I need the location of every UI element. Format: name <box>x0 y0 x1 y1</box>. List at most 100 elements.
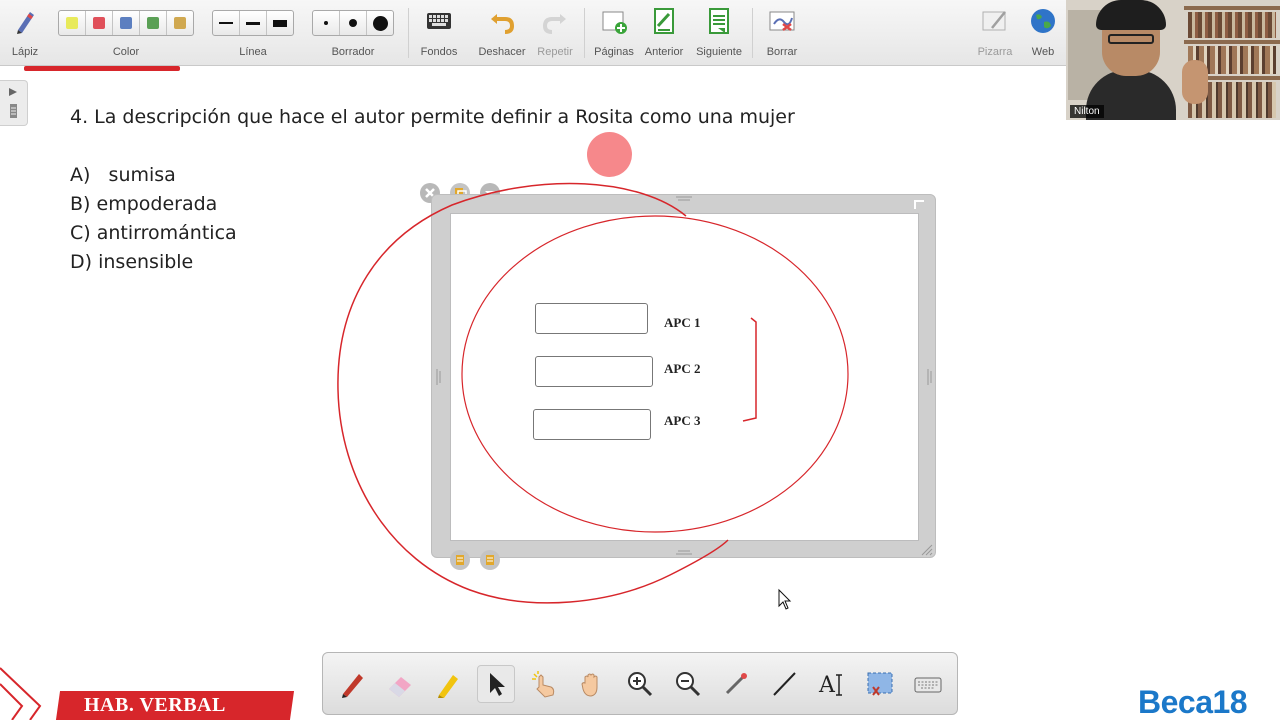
option-text: insensible <box>98 251 194 273</box>
color-swatch-orange[interactable] <box>167 11 193 35</box>
line-thick[interactable] <box>267 11 293 35</box>
align-icon <box>456 555 464 565</box>
bookshelf-board <box>1184 40 1280 44</box>
person-hair <box>1096 0 1166 30</box>
backgrounds-label: Fondos <box>420 46 458 58</box>
option-a: A) sumisa <box>70 164 176 186</box>
line-thin[interactable] <box>213 11 240 35</box>
option-b: B) empoderada <box>70 193 217 215</box>
clear-button[interactable]: Borrar <box>758 0 806 66</box>
embedded-slide-frame[interactable]: APC 1 APC 2 APC 3 <box>431 194 936 558</box>
side-panel-toggle[interactable] <box>0 80 28 126</box>
top-drag-handle-icon <box>676 196 692 201</box>
title-underline <box>24 66 180 71</box>
next-page-icon <box>709 8 729 34</box>
select-tool[interactable] <box>477 665 515 703</box>
color-swatch-green[interactable] <box>140 11 167 35</box>
option-letter: D) <box>70 251 93 273</box>
books-row <box>1188 12 1276 38</box>
screen-capture-icon <box>867 672 893 696</box>
pages-label: Páginas <box>594 46 634 58</box>
backgrounds-button[interactable]: Fondos <box>414 0 464 66</box>
option-text: antirromántica <box>96 222 237 244</box>
pan-tool[interactable] <box>573 665 611 703</box>
click-tool[interactable] <box>525 665 563 703</box>
zoom-out-icon <box>676 672 701 697</box>
eraser-tool[interactable] <box>381 665 419 703</box>
whiteboard-app: Lápiz Color Línea Borrador Fondos Deshac… <box>0 0 1280 720</box>
web-label: Web <box>1031 46 1055 58</box>
apc-label-1: APC 1 <box>664 315 701 330</box>
question-text: 4. La descripción que hace el autor perm… <box>70 106 795 128</box>
embedded-slide-content: APC 1 APC 2 APC 3 <box>450 213 919 541</box>
option-letter: C) <box>70 222 91 244</box>
laser-pointer-dot <box>587 132 632 177</box>
line-medium[interactable] <box>240 11 267 35</box>
pencil-tool[interactable]: Lápiz <box>4 0 46 66</box>
eraser-large[interactable] <box>367 11 393 35</box>
undo-button[interactable]: Deshacer <box>474 0 530 66</box>
eraser-label: Borrador <box>331 46 375 58</box>
bookshelf-board <box>1184 6 1280 10</box>
eraser-medium[interactable] <box>340 11 367 35</box>
globe-icon <box>1031 9 1055 33</box>
keyboard-icon <box>914 677 942 693</box>
handle-icon <box>10 104 17 118</box>
screenshot-tool[interactable] <box>861 665 899 703</box>
pencil-label: Lápiz <box>11 46 39 58</box>
color-swatch-red[interactable] <box>86 11 113 35</box>
laser-pointer-tool[interactable] <box>717 665 755 703</box>
resize-grip-icon[interactable] <box>920 543 934 557</box>
option-letter: A) <box>70 164 91 186</box>
pen-icon <box>342 674 363 698</box>
toolbar-divider <box>408 8 409 58</box>
previous-page-icon <box>654 8 674 34</box>
next-page-button[interactable]: Siguiente <box>692 0 746 66</box>
clear-label: Borrar <box>766 46 798 58</box>
pointing-hand-icon <box>532 671 555 698</box>
color-label: Color <box>112 46 140 58</box>
align-icon <box>486 555 494 565</box>
course-name: HAB. VERBAL <box>84 694 226 716</box>
option-d: D) insensible <box>70 251 193 273</box>
whiteboard-icon <box>982 11 1006 31</box>
eraser-sizes <box>312 10 394 36</box>
hand-icon <box>581 673 598 697</box>
pen-tool[interactable] <box>333 665 371 703</box>
pointer-arrow-icon <box>490 673 505 696</box>
option-text: empoderada <box>96 193 218 215</box>
color-swatch-blue[interactable] <box>113 11 140 35</box>
frame-align-left-button[interactable] <box>450 550 470 570</box>
highlighter-icon <box>438 675 458 698</box>
top-toolbar: Lápiz Color Línea Borrador Fondos Deshac… <box>0 0 1066 66</box>
apc-label-2: APC 2 <box>664 361 701 376</box>
web-button[interactable]: Web <box>1022 0 1064 66</box>
pages-button[interactable]: Páginas <box>590 0 638 66</box>
brand-logo: Beca18 <box>1138 684 1248 720</box>
previous-page-button[interactable]: Anterior <box>640 0 688 66</box>
laser-pointer-icon <box>725 673 747 695</box>
add-page-icon <box>602 11 627 34</box>
apc-label-3: APC 3 <box>664 413 701 428</box>
keyboard-tool[interactable] <box>909 665 947 703</box>
pencil-icon <box>17 12 34 34</box>
board-button[interactable]: Pizarra <box>972 0 1018 66</box>
option-text: sumisa <box>108 164 176 186</box>
color-swatch-yellow[interactable] <box>59 11 86 35</box>
highlighter-tool[interactable] <box>429 665 467 703</box>
eraser-size-picker: Borrador <box>310 0 396 66</box>
color-picker: Color <box>56 0 196 66</box>
board-label: Pizarra <box>977 46 1013 58</box>
eraser-small[interactable] <box>313 11 340 35</box>
rotate-handle-icon <box>914 200 924 209</box>
left-drag-handle-icon <box>436 369 441 385</box>
redo-button[interactable]: Repetir <box>532 0 578 66</box>
text-tool[interactable]: A <box>813 665 851 703</box>
line-tool[interactable] <box>765 665 803 703</box>
line-icon <box>773 672 796 696</box>
next-label: Siguiente <box>696 46 742 58</box>
frame-align-right-button[interactable] <box>480 550 500 570</box>
zoom-in-tool[interactable] <box>621 665 659 703</box>
zoom-out-tool[interactable] <box>669 665 707 703</box>
play-arrow-icon <box>9 88 17 96</box>
